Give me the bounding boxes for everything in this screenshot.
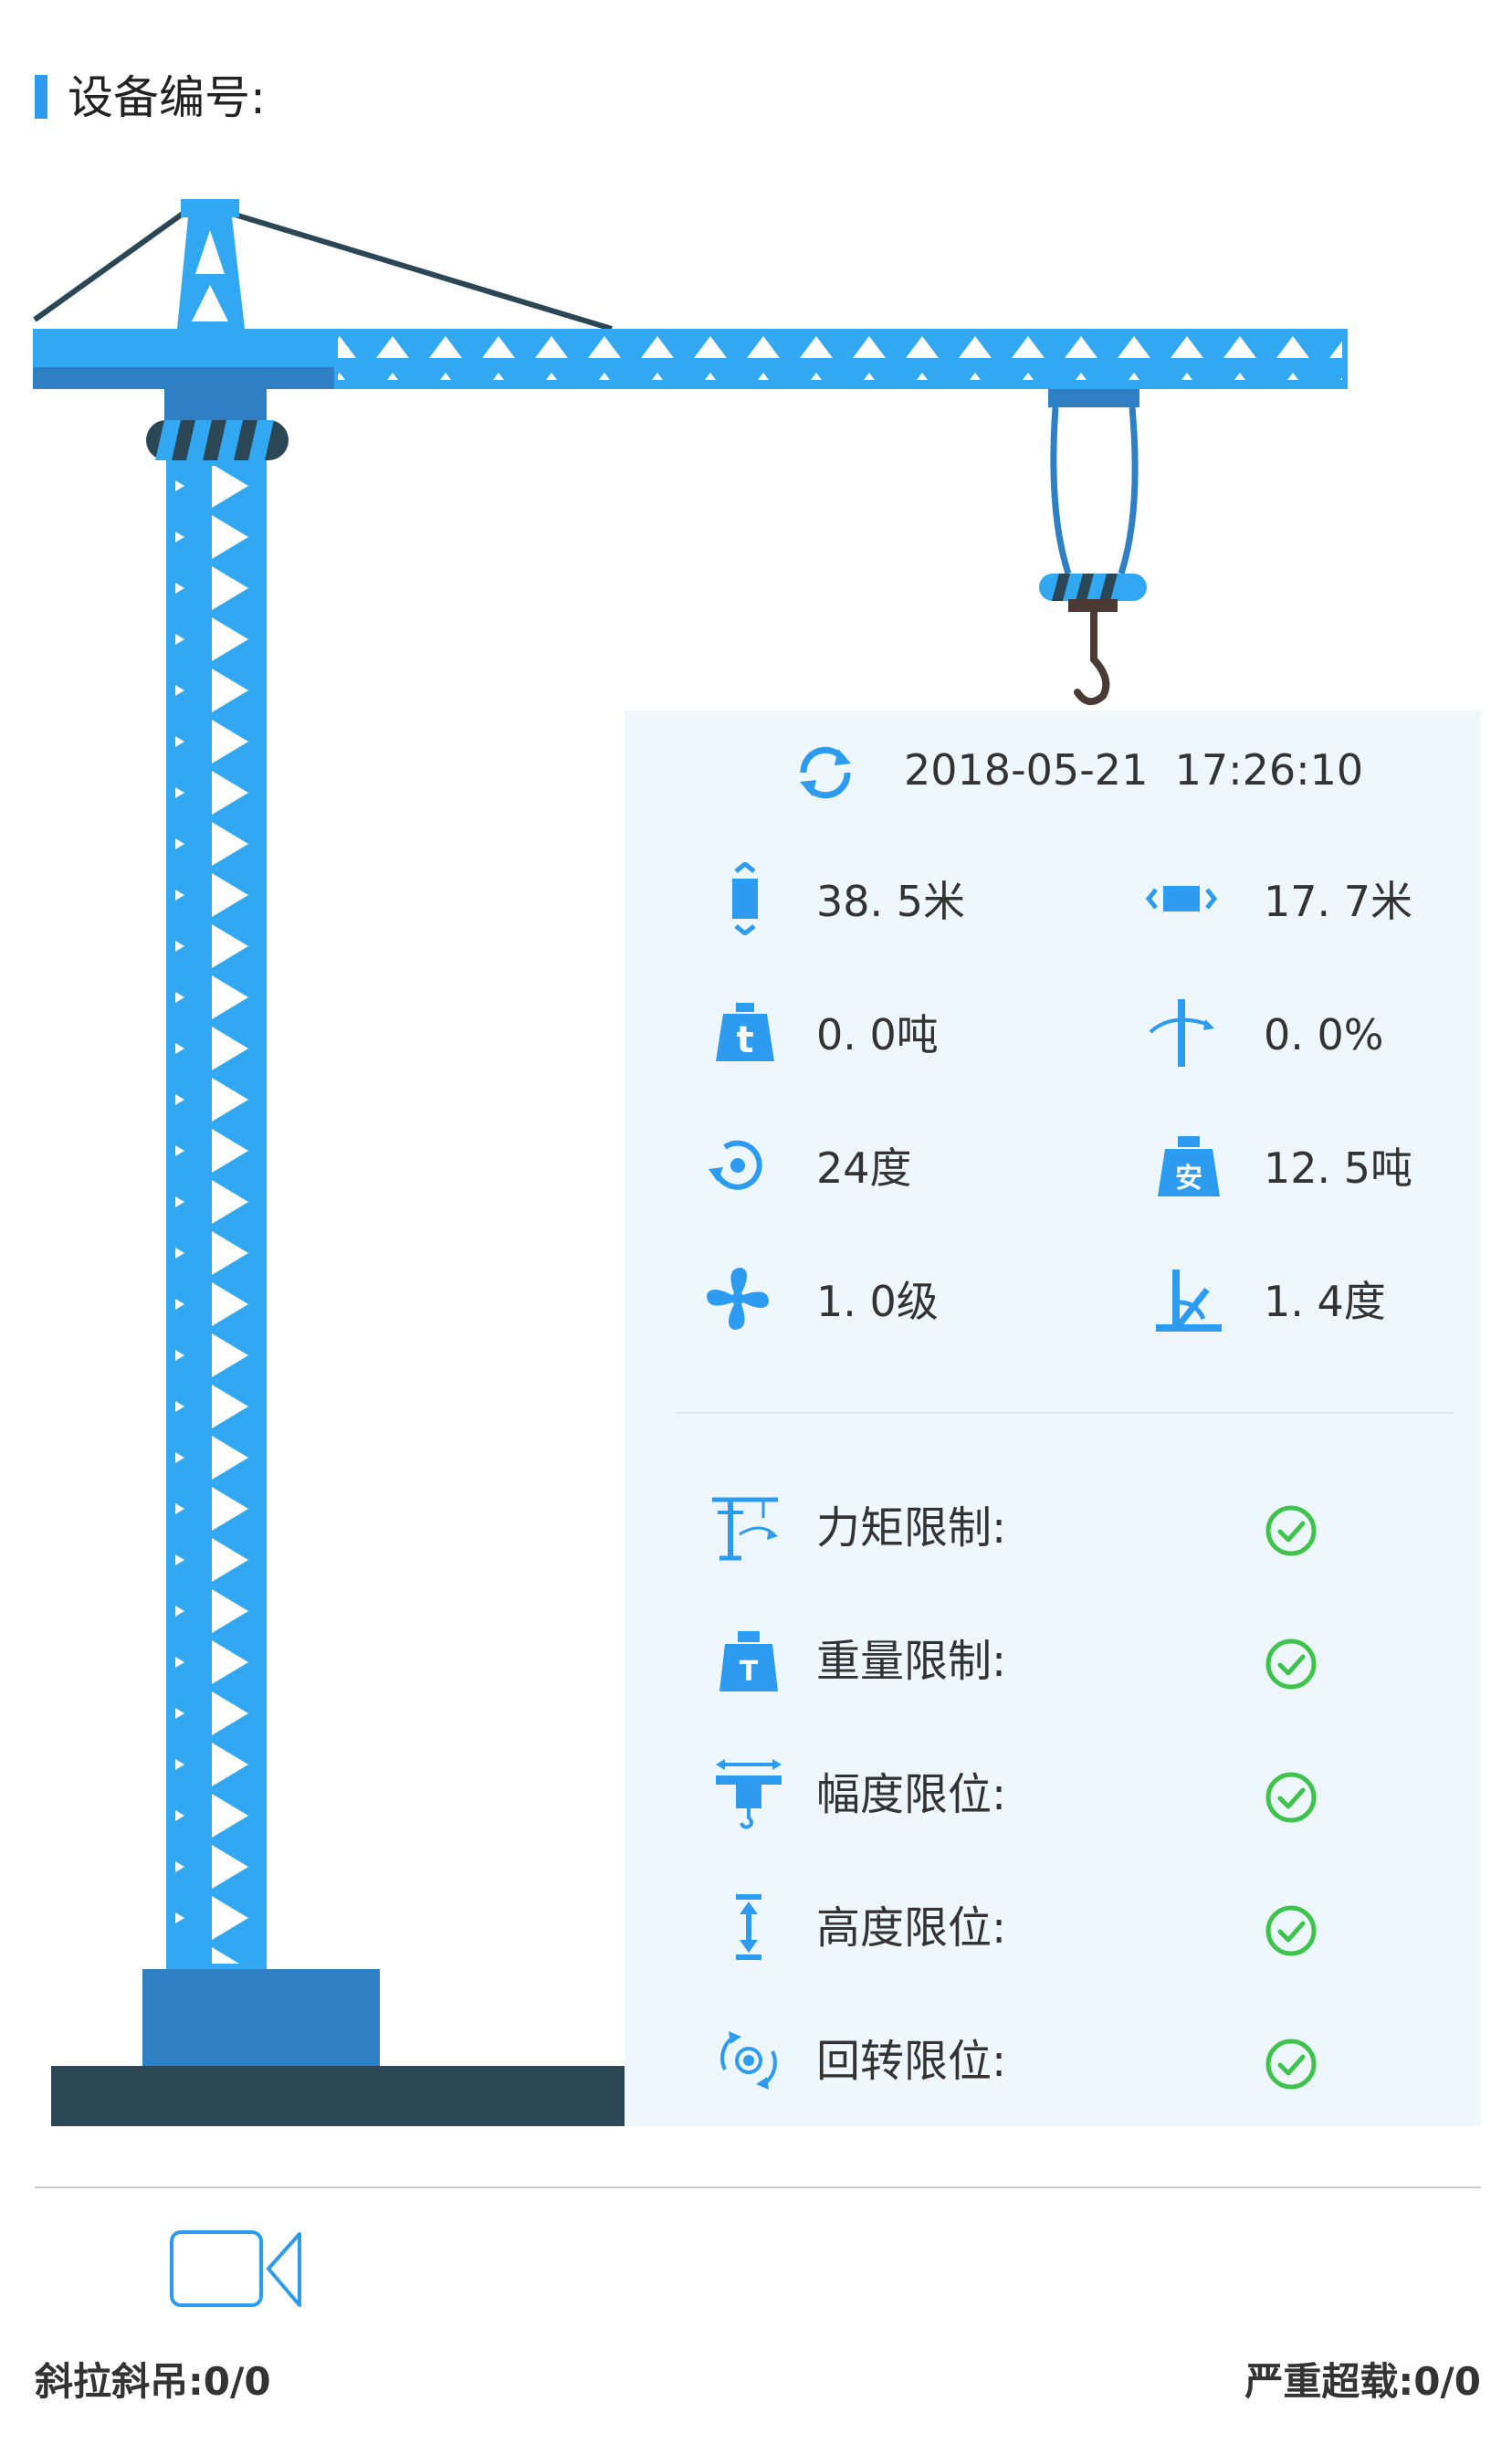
timestamp: 2018-05-21 17:26:10 [904,745,1364,795]
metric-rotation-value: 24度 [816,1143,912,1193]
moment-limit-check-icon [1265,1505,1317,1556]
height-limit-icon [736,1894,761,1960]
rotation-icon [709,1140,762,1190]
section-divider [35,2186,1481,2188]
rotation-limit-label: 回转限位: [816,2036,1007,2087]
metric-moment-value: 0. 0% [1264,1010,1384,1059]
wind-fan-icon [707,1268,769,1330]
metric-height-value: 38. 5米 [816,877,966,926]
height-icon [732,862,758,935]
metric-safe-load-value: 12. 5吨 [1264,1143,1413,1193]
moment-limit-label: 力矩限制: [816,1502,1007,1554]
height-limit-check-icon [1265,1905,1317,1956]
metric-weight-value: 0. 0吨 [816,1010,939,1059]
weight-limit-label: 重量限制: [816,1636,1007,1687]
safe-load-icon: 安 [1158,1136,1220,1196]
moment-percent-icon [1149,999,1214,1067]
amplitude-limit-icon [716,1759,782,1829]
refresh-icon[interactable] [791,738,860,807]
svg-text:安: 安 [1175,1163,1202,1195]
amplitude-icon [1145,886,1218,911]
weight-ton-icon: t [716,1003,774,1061]
panel-divider [676,1412,1454,1414]
metric-tilt-value: 1. 4度 [1264,1277,1386,1326]
tilt-angle-icon [1156,1270,1222,1332]
weight-limit-icon: T [719,1631,778,1691]
metric-amplitude-value: 17. 7米 [1264,877,1413,926]
svg-text:T: T [740,1656,759,1688]
amplitude-limit-check-icon [1265,1772,1317,1823]
height-limit-label: 高度限位: [816,1902,1007,1954]
overload-count: 严重超载:0/0 [1244,2359,1481,2404]
metric-wind-value: 1. 0级 [816,1277,939,1326]
weight-limit-check-icon [1265,1638,1317,1690]
rotation-limit-check-icon [1265,2039,1317,2090]
svg-text:t: t [736,1019,753,1061]
moment-limit-icon [712,1497,778,1561]
oblique-lift-count: 斜拉斜吊:0/0 [35,2359,271,2404]
video-camera-icon[interactable] [168,2228,305,2311]
amplitude-limit-label: 幅度限位: [816,1769,1007,1820]
rotation-limit-icon [720,2031,777,2090]
